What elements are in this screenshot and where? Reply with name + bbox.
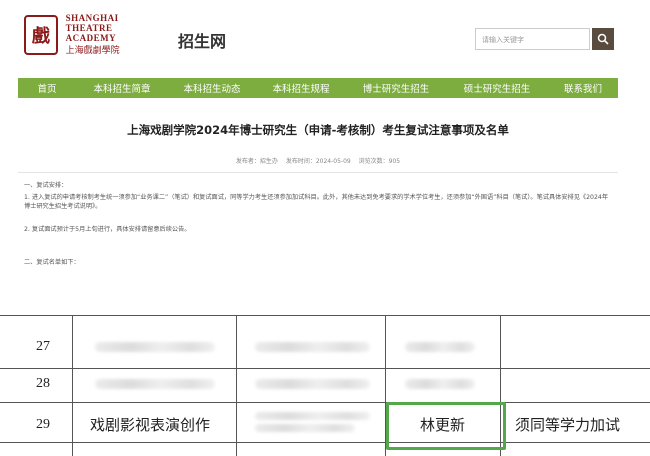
site-title: 招生网 [178,32,227,51]
table-rule [0,315,650,316]
nav-home[interactable]: 首页 [18,81,76,95]
paragraph-1: 1. 进入复试的申请考核制考生统一须参加“业务课二”（笔试）和复试面试，同等学力… [24,194,609,210]
redacted-major [95,379,215,389]
article-meta: 发布者：招生办 发布时间：2024-05-09 浏览次数：905 [18,156,618,165]
table-rule [0,368,650,369]
redacted-field [255,342,370,352]
logo-seal: 戲 [24,15,58,55]
section-heading-1: 一、复试安排： [24,182,68,189]
table-col-rule [236,315,237,456]
table-cell-note: 须同等学力加试 [515,416,621,434]
redacted-major [95,342,215,352]
logo-cn: 上海戲劇學院 [65,46,120,56]
meta-views: 浏览次数：905 [358,158,401,165]
table-row-number: 27 [36,339,50,354]
search-icon [597,33,609,45]
nav-phd-admission[interactable]: 博士研究生招生 [346,81,446,95]
meta-date: 发布时间：2024-05-09 [285,158,351,165]
table-cell-major: 戏剧影视表演创作 [90,416,211,434]
redacted-field [255,412,370,420]
redacted-name [405,379,475,389]
table-row-number: 29 [36,417,50,432]
redacted-field [255,379,370,389]
section-heading-2: 二、复试名单如下： [24,259,80,266]
main-nav: 首页 本科招生简章 本科招生动态 本科招生规程 博士研究生招生 硕士研究生招生 … [18,78,618,98]
logo-text: SHANGHAI THEATRE ACADEMY 上海戲劇學院 [66,13,164,57]
title-divider [18,172,618,173]
logo-en-line1: SHANGHAI [65,13,119,23]
nav-master-admission[interactable]: 硕士研究生招生 [446,81,548,95]
nav-undergrad-news[interactable]: 本科招生动态 [168,81,256,95]
nav-contact[interactable]: 联系我们 [548,81,618,95]
logo-en-line2: THEATRE ACADEMY [65,23,117,43]
table-row-number: 28 [36,376,50,391]
academy-logo[interactable]: 戲 SHANGHAI THEATRE ACADEMY 上海戲劇學院 [24,12,164,58]
table-col-rule [72,315,73,456]
redacted-name [405,342,475,352]
nav-undergrad-rules[interactable]: 本科招生规程 [256,81,346,95]
meta-publisher: 发布者：招生办 [235,158,278,165]
search-input[interactable]: 请输入关键字 [475,28,590,50]
table-rule [0,442,650,443]
paragraph-2: 2. 复试面试预计于5月上旬进行，具体安排请留意后续公告。 [24,226,191,233]
table-rule [0,402,650,403]
nav-undergrad-brochure[interactable]: 本科招生简章 [76,81,168,95]
search-button[interactable] [592,28,614,50]
highlight-box [386,402,506,450]
site-header: 戲 SHANGHAI THEATRE ACADEMY 上海戲劇學院 招生网 请输… [0,0,650,75]
article-title: 上海戏剧学院2024年博士研究生（申请-考核制）考生复试注意事项及名单 [127,123,509,137]
redacted-field [255,424,355,432]
